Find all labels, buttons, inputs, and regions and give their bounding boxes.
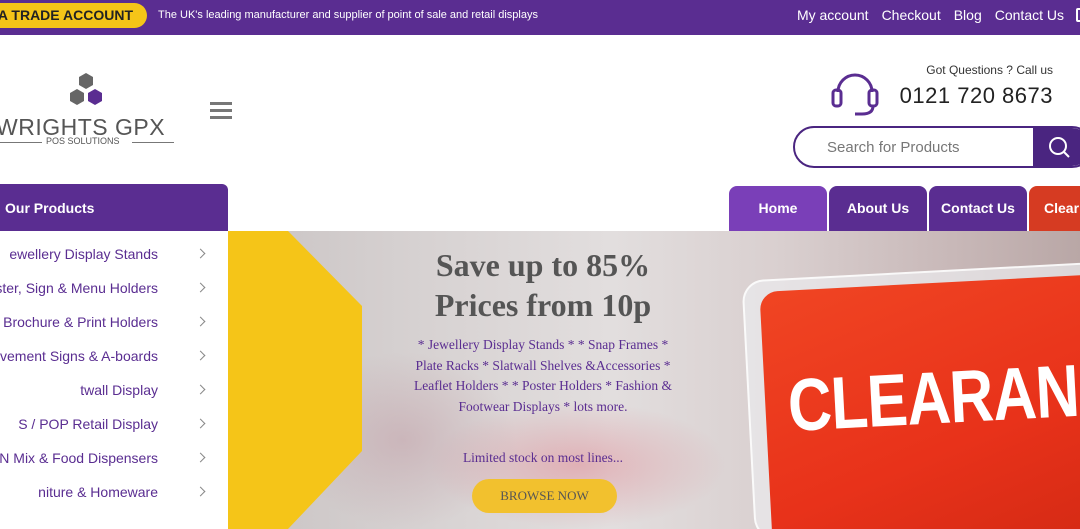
decorative-hexagon [228, 231, 362, 529]
logo-divider [0, 142, 42, 143]
logo-subtext: POS SOLUTIONS [46, 136, 120, 146]
product-category-label: S / POP Retail Display [18, 416, 158, 432]
product-category-item[interactable]: ster, Sign & Menu Holders [0, 271, 228, 305]
tab-about-us[interactable]: About Us [829, 186, 927, 231]
phone-number[interactable]: 0121 720 8673 [900, 83, 1053, 109]
chevron-right-icon [195, 282, 206, 293]
tab-home[interactable]: Home [729, 186, 827, 231]
chevron-right-icon [195, 452, 206, 463]
search-bar [793, 126, 1080, 168]
banner-headline-line-2: Prices from 10p [434, 287, 652, 323]
hero-banner: Save up to 85% Prices from 10p * Jewelle… [228, 231, 1080, 529]
menu-icon[interactable] [210, 102, 232, 120]
page: N A TRADE ACCOUNT The UK's leading manuf… [0, 0, 1080, 529]
banner-limited-text: Limited stock on most lines... [462, 450, 624, 465]
my-account-link[interactable]: My account [797, 7, 869, 23]
chevron-right-icon [195, 486, 206, 497]
banner-headline: Save up to 85% Prices from 10p [398, 245, 688, 325]
clearance-sign-text: CLEARANC [785, 346, 1080, 447]
product-category-label: vement Signs & A-boards [0, 348, 158, 364]
search-input[interactable] [795, 128, 1033, 166]
search-button[interactable] [1033, 128, 1080, 166]
product-category-label: niture & Homeware [38, 484, 158, 500]
tab-clearance[interactable]: Clear [1029, 186, 1080, 231]
logo-divider [132, 142, 174, 143]
chevron-right-icon [195, 418, 206, 429]
browse-now-button[interactable]: BROWSE NOW [472, 479, 617, 513]
banner-headline-line-1: Save up to 85% [435, 247, 651, 283]
product-category-label: ewellery Display Stands [9, 246, 158, 262]
product-category-item[interactable]: niture & Homeware [0, 475, 228, 509]
product-category-item[interactable]: k N Mix & Food Dispensers [0, 441, 228, 475]
product-category-item[interactable]: twall Display [0, 373, 228, 407]
blog-link[interactable]: Blog [954, 7, 982, 23]
logo-hexagons-icon [70, 73, 102, 105]
top-bar: N A TRADE ACCOUNT The UK's leading manuf… [0, 0, 1080, 35]
products-heading[interactable]: Our Products [0, 184, 228, 231]
checkout-link[interactable]: Checkout [882, 7, 941, 23]
products-list: ewellery Display Stands ster, Sign & Men… [0, 231, 228, 519]
search-icon [1049, 137, 1070, 158]
tab-contact-us[interactable]: Contact Us [929, 186, 1027, 231]
logo[interactable]: WRIGHTS GPX POS SOLUTIONS [0, 72, 180, 152]
help-label: Got Questions ? Call us [926, 63, 1053, 77]
trade-account-button[interactable]: N A TRADE ACCOUNT [0, 3, 147, 28]
chevron-right-icon [195, 350, 206, 361]
cart-icon[interactable] [1076, 8, 1080, 22]
product-category-label: k N Mix & Food Dispensers [0, 450, 158, 466]
top-links: My account Checkout Blog Contact Us [797, 7, 1064, 23]
product-category-item[interactable]: aflet Brochure & Print Holders [0, 305, 228, 339]
banner-description: * Jewellery Display Stands * * Snap Fram… [414, 337, 672, 414]
tagline: The UK's leading manufacturer and suppli… [158, 9, 538, 21]
chevron-right-icon [195, 384, 206, 395]
product-category-label: ster, Sign & Menu Holders [0, 280, 158, 296]
headset-icon [831, 73, 879, 116]
chevron-right-icon [195, 248, 206, 259]
product-category-item[interactable]: S / POP Retail Display [0, 407, 228, 441]
product-category-item[interactable]: ewellery Display Stands [0, 237, 228, 271]
product-category-label: aflet Brochure & Print Holders [0, 314, 158, 330]
product-category-item[interactable]: vement Signs & A-boards [0, 339, 228, 373]
chevron-right-icon [195, 316, 206, 327]
product-category-label: twall Display [80, 382, 158, 398]
contact-us-link[interactable]: Contact Us [995, 7, 1064, 23]
